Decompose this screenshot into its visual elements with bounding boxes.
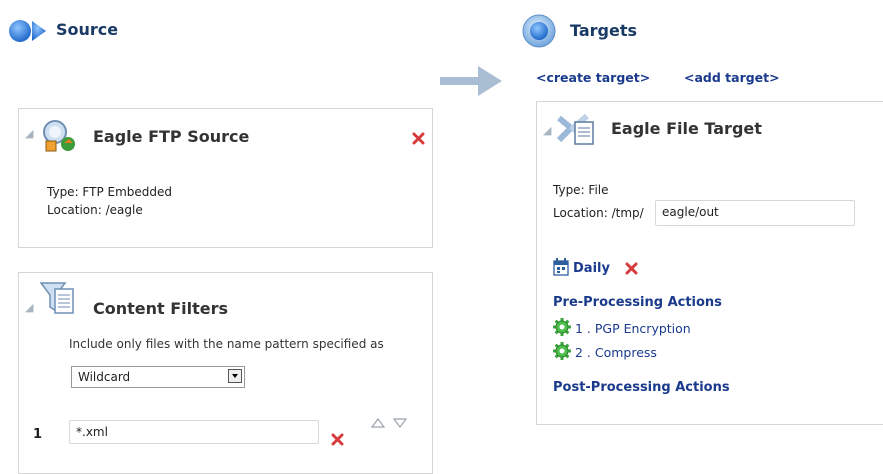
move-down-icon[interactable]: [392, 417, 408, 428]
target-type: Type: File: [553, 183, 609, 197]
gear-icon: [553, 318, 571, 336]
source-location: Location: /eagle: [47, 203, 143, 217]
source-arrow-icon: [8, 18, 54, 44]
pattern-type-select[interactable]: Wildcard: [71, 366, 245, 388]
pre-processing-title: Pre-Processing Actions: [553, 295, 722, 310]
collapse-toggle-icon[interactable]: ◢: [25, 127, 33, 140]
pattern-type-value: Wildcard: [78, 370, 131, 384]
file-target-panel: ◢ Eagle File Target Type: File Location:…: [536, 101, 883, 425]
filter-pattern-input[interactable]: *.xml: [69, 420, 319, 444]
filters-description: Include only files with the name pattern…: [69, 337, 384, 351]
move-up-icon[interactable]: [370, 417, 386, 428]
pre-action-link[interactable]: 1 . PGP Encryption: [575, 321, 691, 336]
flow-arrow-icon: [440, 62, 504, 100]
content-filters-panel: ◢ Content Filters Include only files wit…: [18, 272, 433, 474]
chevron-down-icon[interactable]: [228, 369, 242, 383]
ftp-source-icon: [39, 117, 77, 155]
target-location-label: Location: /tmp/: [553, 206, 644, 220]
target-circle-icon: [522, 14, 556, 48]
collapse-toggle-icon[interactable]: ◢: [543, 124, 551, 137]
source-title: Source: [56, 20, 119, 39]
gear-icon: [553, 342, 571, 360]
remove-x-icon[interactable]: [625, 262, 638, 275]
schedule-daily-link[interactable]: Daily: [573, 261, 610, 276]
file-target-icon: [556, 112, 597, 148]
collapse-toggle-icon[interactable]: ◢: [25, 301, 33, 314]
calendar-icon[interactable]: [553, 258, 569, 276]
create-target-link[interactable]: <create target>: [536, 70, 650, 85]
remove-x-icon[interactable]: [412, 132, 425, 145]
target-location-value: eagle/out: [662, 205, 719, 219]
post-processing-title: Post-Processing Actions: [553, 380, 730, 395]
funnel-filter-icon: [39, 279, 75, 319]
filter-pattern-value: *.xml: [76, 425, 108, 439]
targets-title: Targets: [570, 21, 638, 40]
filter-row-index: 1: [33, 427, 43, 442]
add-target-link[interactable]: <add target>: [684, 70, 780, 85]
remove-x-icon[interactable]: [331, 433, 344, 446]
source-type: Type: FTP Embedded: [47, 185, 172, 199]
pre-action-link[interactable]: 2 . Compress: [575, 345, 657, 360]
file-target-title: Eagle File Target: [611, 119, 762, 138]
content-filters-title: Content Filters: [93, 299, 229, 318]
ftp-source-panel: ◢ Eagle FTP Source Type: FTP Embedded Lo…: [18, 108, 433, 248]
target-location-input[interactable]: eagle/out: [655, 200, 855, 226]
ftp-source-title: Eagle FTP Source: [93, 127, 250, 146]
